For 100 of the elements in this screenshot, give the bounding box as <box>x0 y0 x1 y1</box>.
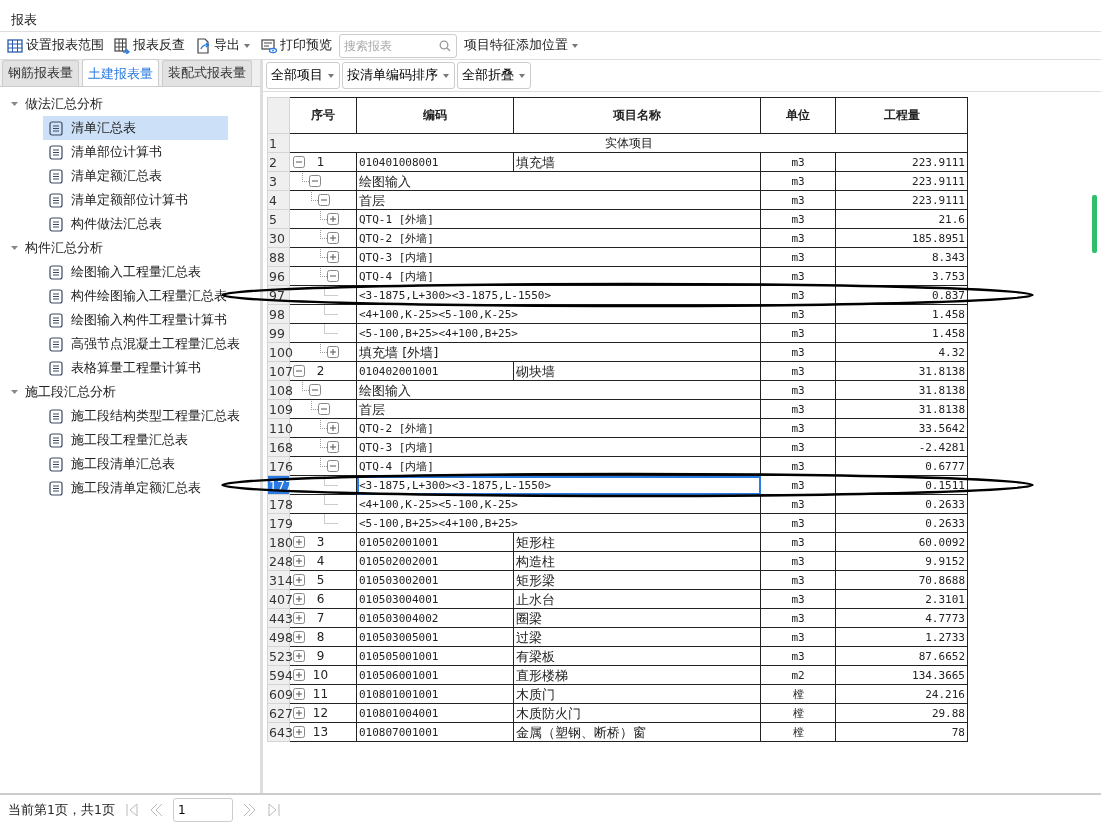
collapse-toggle[interactable] <box>309 384 321 396</box>
dropdown-button[interactable]: 全部项目 <box>266 62 340 89</box>
item-cell[interactable]: QTQ-3 [内墙] <box>356 437 761 457</box>
expand-toggle[interactable] <box>327 251 339 263</box>
expand-toggle[interactable] <box>293 593 305 605</box>
code-cell: 010503002001 <box>356 570 514 590</box>
collapse-toggle[interactable] <box>327 270 339 282</box>
sidebar-item[interactable]: 施工段结构类型工程量汇总表 <box>43 404 248 428</box>
item-cell[interactable]: QTQ-1 [外墙] <box>356 209 761 229</box>
sidebar-item[interactable]: 清单部位计算书 <box>43 140 228 164</box>
sidebar-item[interactable]: 表格算量工程量计算书 <box>43 356 228 380</box>
collapse-toggle[interactable] <box>327 460 339 472</box>
dropdown-button[interactable]: 项目特征添加位置 <box>461 34 582 57</box>
expand-toggle[interactable] <box>293 631 305 643</box>
collapse-toggle[interactable] <box>293 365 305 377</box>
unit-cell: m3 <box>760 513 836 533</box>
sidebar-item[interactable]: 施工段清单汇总表 <box>43 452 228 476</box>
item-cell[interactable]: <4+100,K-25><5-100,K-25> <box>356 494 761 514</box>
sidebar-group[interactable]: 做法汇总分析 <box>25 94 103 114</box>
tab[interactable]: 土建报表量 <box>82 59 159 86</box>
item-cell[interactable]: <5-100,B+25><4+100,B+25> <box>356 323 761 343</box>
page-field[interactable]: 1 <box>172 798 233 822</box>
tab[interactable]: 装配式报表量 <box>162 60 252 86</box>
dropdown-button[interactable]: 按清单编码排序 <box>342 62 455 89</box>
code-cell: 010807001001 <box>356 722 514 742</box>
expand-toggle[interactable] <box>327 232 339 244</box>
expand-toggle[interactable] <box>293 612 305 624</box>
sidebar-item[interactable]: 施工段工程量汇总表 <box>43 428 228 452</box>
sidebar-group[interactable]: 构件汇总分析 <box>25 238 103 258</box>
sequence-number: 6 <box>316 590 326 608</box>
document-icon <box>49 216 63 232</box>
document-icon <box>49 336 63 352</box>
sidebar-group[interactable]: 施工段汇总分析 <box>25 382 116 402</box>
sidebar-item[interactable]: 清单定额汇总表 <box>43 164 228 188</box>
expand-toggle[interactable] <box>293 555 305 567</box>
item-cell[interactable]: QTQ-4 [内墙] <box>356 266 761 286</box>
sidebar-item[interactable]: 施工段清单定额汇总表 <box>43 476 228 500</box>
item-cell[interactable]: 填充墙 [外墙] <box>356 342 761 362</box>
document-icon <box>49 288 63 304</box>
sidebar-item[interactable]: 高强节点混凝土工程量汇总表 <box>43 332 248 356</box>
collapse-caret-icon[interactable] <box>10 100 19 108</box>
column-header: 工程量 <box>835 97 968 134</box>
sidebar-item[interactable]: 绘图输入工程量汇总表 <box>43 260 228 284</box>
collapse-caret-icon[interactable] <box>10 388 19 396</box>
toolbar-button[interactable]: 报表反查 <box>111 34 188 57</box>
tree-connector-line <box>324 513 338 524</box>
sidebar-item[interactable]: 清单定额部位计算书 <box>43 188 228 212</box>
unit-cell: m3 <box>760 190 836 210</box>
toolbar-button[interactable]: 打印预览 <box>258 34 335 57</box>
collapse-toggle[interactable] <box>309 175 321 187</box>
sidebar-item[interactable]: 绘图输入构件工程量计算书 <box>43 308 235 332</box>
item-cell[interactable]: <4+100,K-25><5-100,K-25> <box>356 304 761 324</box>
item-cell[interactable]: <5-100,B+25><4+100,B+25> <box>356 513 761 533</box>
expand-toggle[interactable] <box>293 536 305 548</box>
name-cell: 有梁板 <box>513 646 761 666</box>
unit-cell: m3 <box>760 228 836 248</box>
unit-cell: m3 <box>760 589 836 609</box>
expand-toggle[interactable] <box>327 422 339 434</box>
tab[interactable]: 钢筋报表量 <box>2 60 79 86</box>
name-cell: 直形楼梯 <box>513 665 761 685</box>
expand-toggle[interactable] <box>293 707 305 719</box>
collapse-caret-icon[interactable] <box>10 244 19 252</box>
dropdown-button[interactable]: 全部折叠 <box>457 62 531 89</box>
expand-toggle[interactable] <box>293 650 305 662</box>
expand-toggle[interactable] <box>293 574 305 586</box>
search-field[interactable]: 搜索报表 <box>339 33 457 58</box>
expand-toggle[interactable] <box>327 213 339 225</box>
collapse-toggle[interactable] <box>318 403 330 415</box>
item-cell[interactable]: <3-1875,L+300><3-1875,L-1550> <box>356 285 761 305</box>
toolbar-button[interactable]: 设置报表范围 <box>4 34 107 57</box>
item-cell[interactable]: 首层 <box>356 399 761 419</box>
collapse-toggle[interactable] <box>293 156 305 168</box>
expand-toggle[interactable] <box>293 688 305 700</box>
scrollbar-thumb[interactable] <box>1092 195 1097 253</box>
sequence-number: 12 <box>312 704 330 722</box>
collapse-toggle[interactable] <box>318 194 330 206</box>
sidebar-item[interactable]: 构件做法汇总表 <box>43 212 228 236</box>
expand-toggle[interactable] <box>293 726 305 738</box>
item-cell[interactable]: QTQ-2 [外墙] <box>356 228 761 248</box>
item-cell[interactable]: <3-1875,L+300><3-1875,L-1550> <box>356 475 761 495</box>
item-cell[interactable]: QTQ-2 [外墙] <box>356 418 761 438</box>
item-cell[interactable]: 绘图输入 <box>356 380 761 400</box>
expand-toggle[interactable] <box>293 669 305 681</box>
quantity-cell: 78 <box>835 722 968 742</box>
quantity-cell: 134.3665 <box>835 665 968 685</box>
item-cell[interactable]: 绘图输入 <box>356 171 761 191</box>
item-cell[interactable]: 首层 <box>356 190 761 210</box>
unit-cell: m3 <box>760 494 836 514</box>
item-cell[interactable]: QTQ-4 [内墙] <box>356 456 761 476</box>
sequence-number: 5 <box>316 571 326 589</box>
expand-toggle[interactable] <box>327 346 339 358</box>
unit-cell: m3 <box>760 209 836 229</box>
sidebar-item[interactable]: 清单汇总表 <box>43 116 228 140</box>
dropdown-button[interactable]: 导出 <box>192 34 254 57</box>
name-cell: 止水台 <box>513 589 761 609</box>
item-cell[interactable]: QTQ-3 [内墙] <box>356 247 761 267</box>
name-cell: 过梁 <box>513 627 761 647</box>
expand-toggle[interactable] <box>327 441 339 453</box>
sequence-number: 3 <box>316 533 326 551</box>
name-cell: 砌块墙 <box>513 361 761 381</box>
